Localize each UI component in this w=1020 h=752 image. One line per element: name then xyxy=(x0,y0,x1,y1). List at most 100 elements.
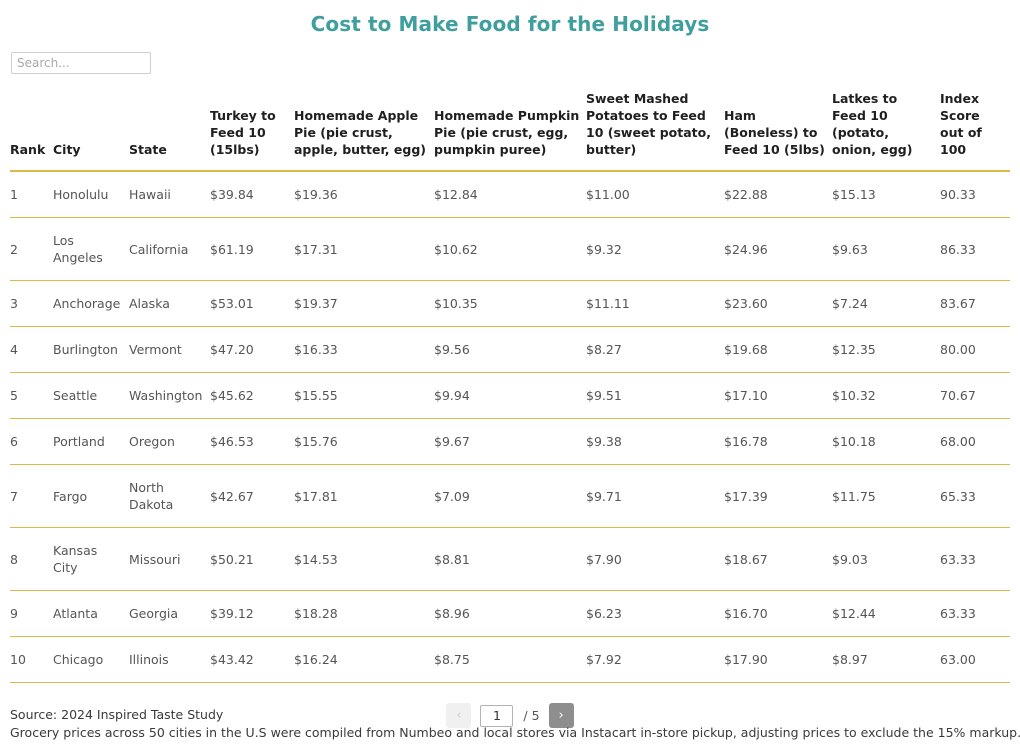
cell-state: Illinois xyxy=(129,636,210,683)
cell-rank: 4 xyxy=(10,326,53,373)
cell-ham: $23.60 xyxy=(724,280,832,327)
cell-latkes: $10.32 xyxy=(832,372,940,419)
cell-apple-pie: $17.31 xyxy=(294,217,434,281)
cell-apple-pie: $14.53 xyxy=(294,527,434,591)
cell-latkes: $7.24 xyxy=(832,280,940,327)
cell-latkes: $12.35 xyxy=(832,326,940,373)
cell-pumpkin-pie: $9.67 xyxy=(434,418,586,465)
cell-turkey: $39.84 xyxy=(210,171,294,218)
cell-rank: 9 xyxy=(10,590,53,637)
table-row: 8 Kansas City Missouri $50.21 $14.53 $8.81 $7.… xyxy=(10,527,1010,591)
cell-state: Georgia xyxy=(129,590,210,637)
cell-city: Fargo xyxy=(53,464,129,528)
cell-state: Alaska xyxy=(129,280,210,327)
column-header-latkes[interactable]: Latkes to Feed 10 (potato, onion, egg) xyxy=(832,90,940,172)
cell-sweet-potatoes: $9.32 xyxy=(586,217,724,281)
table-row: 3 Anchorage Alaska $53.01 $19.37 $10.35 $11.11… xyxy=(10,280,1010,327)
cell-pumpkin-pie: $12.84 xyxy=(434,171,586,218)
cell-city: Los Angeles xyxy=(53,217,129,281)
cell-rank: 2 xyxy=(10,217,53,281)
cell-state: Missouri xyxy=(129,527,210,591)
table-body: 1 Honolulu Hawaii $39.84 $19.36 $12.84 $11.00 $… xyxy=(10,171,1010,683)
cell-index-score: 80.00 xyxy=(940,326,1010,373)
table-row: 1 Honolulu Hawaii $39.84 $19.36 $12.84 $11.00 $… xyxy=(10,171,1010,218)
cell-sweet-potatoes: $11.11 xyxy=(586,280,724,327)
cell-latkes: $10.18 xyxy=(832,418,940,465)
search-input[interactable] xyxy=(11,52,151,74)
table-row: 9 Atlanta Georgia $39.12 $18.28 $8.96 $6.23 $16… xyxy=(10,590,1010,637)
cell-state: Oregon xyxy=(129,418,210,465)
cell-ham: $17.90 xyxy=(724,636,832,683)
cell-rank: 6 xyxy=(10,418,53,465)
table-row: 6 Portland Oregon $46.53 $15.76 $9.67 $9.38 $16… xyxy=(10,418,1010,465)
cell-latkes: $8.97 xyxy=(832,636,940,683)
cell-city: Chicago xyxy=(53,636,129,683)
cell-apple-pie: $19.37 xyxy=(294,280,434,327)
page-root: Cost to Make Food for the Holidays Rank … xyxy=(0,0,1020,752)
cell-apple-pie: $16.33 xyxy=(294,326,434,373)
column-header-index-score[interactable]: Index Score out of 100 xyxy=(940,90,1010,172)
cost-table: Rank City State Turkey to Feed 10 (15lbs… xyxy=(10,90,1010,683)
cell-ham: $18.67 xyxy=(724,527,832,591)
table-header-row: Rank City State Turkey to Feed 10 (15lbs… xyxy=(10,90,1010,172)
column-header-ham[interactable]: Ham (Boneless) to Feed 10 (5lbs) xyxy=(724,90,832,172)
cell-ham: $22.88 xyxy=(724,171,832,218)
cell-state: North Dakota xyxy=(129,464,210,528)
search-row xyxy=(0,36,1020,74)
table-container: Rank City State Turkey to Feed 10 (15lbs… xyxy=(0,90,1020,683)
cell-rank: 10 xyxy=(10,636,53,683)
cell-index-score: 63.33 xyxy=(940,527,1010,591)
cell-index-score: 90.33 xyxy=(940,171,1010,218)
cell-state: Hawaii xyxy=(129,171,210,218)
cell-turkey: $53.01 xyxy=(210,280,294,327)
cell-city: Kansas City xyxy=(53,527,129,591)
cell-sweet-potatoes: $9.51 xyxy=(586,372,724,419)
cell-ham: $19.68 xyxy=(724,326,832,373)
cell-city: Portland xyxy=(53,418,129,465)
column-header-city[interactable]: City xyxy=(53,90,129,172)
cell-turkey: $50.21 xyxy=(210,527,294,591)
cell-latkes: $12.44 xyxy=(832,590,940,637)
cell-turkey: $46.53 xyxy=(210,418,294,465)
cell-pumpkin-pie: $8.96 xyxy=(434,590,586,637)
cell-latkes: $11.75 xyxy=(832,464,940,528)
cell-sweet-potatoes: $8.27 xyxy=(586,326,724,373)
page-title: Cost to Make Food for the Holidays xyxy=(310,12,710,36)
footer: Source: 2024 Inspired Taste Study Grocer… xyxy=(10,706,1020,742)
cell-sweet-potatoes: $7.92 xyxy=(586,636,724,683)
cell-turkey: $43.42 xyxy=(210,636,294,683)
cell-sweet-potatoes: $6.23 xyxy=(586,590,724,637)
column-header-turkey[interactable]: Turkey to Feed 10 (15lbs) xyxy=(210,90,294,172)
table-row: 7 Fargo North Dakota $42.67 $17.81 $7.09 $9.71… xyxy=(10,464,1010,528)
cell-rank: 1 xyxy=(10,171,53,218)
cell-rank: 5 xyxy=(10,372,53,419)
cell-ham: $17.10 xyxy=(724,372,832,419)
cell-pumpkin-pie: $9.94 xyxy=(434,372,586,419)
column-header-sweet-potatoes[interactable]: Sweet Mashed Potatoes to Feed 10 (sweet … xyxy=(586,90,724,172)
cell-state: Vermont xyxy=(129,326,210,373)
cell-turkey: $61.19 xyxy=(210,217,294,281)
table-row: 4 Burlington Vermont $47.20 $16.33 $9.56 $8.27… xyxy=(10,326,1010,373)
cell-apple-pie: $19.36 xyxy=(294,171,434,218)
table-row: 10 Chicago Illinois $43.42 $16.24 $8.75 $7.92 $… xyxy=(10,636,1010,683)
cell-latkes: $15.13 xyxy=(832,171,940,218)
column-header-pumpkin-pie[interactable]: Homemade Pumpkin Pie (pie crust, egg, pu… xyxy=(434,90,586,172)
cell-ham: $16.70 xyxy=(724,590,832,637)
column-header-rank[interactable]: Rank xyxy=(10,90,53,172)
cell-city: Burlington xyxy=(53,326,129,373)
cell-rank: 3 xyxy=(10,280,53,327)
cell-apple-pie: $17.81 xyxy=(294,464,434,528)
footer-source-line: Source: 2024 Inspired Taste Study xyxy=(10,707,224,722)
cell-sweet-potatoes: $11.00 xyxy=(586,171,724,218)
cell-ham: $24.96 xyxy=(724,217,832,281)
cell-sweet-potatoes: $7.90 xyxy=(586,527,724,591)
cell-pumpkin-pie: $8.81 xyxy=(434,527,586,591)
cell-index-score: 63.33 xyxy=(940,590,1010,637)
cell-turkey: $47.20 xyxy=(210,326,294,373)
footer-note-line: Grocery prices across 50 cities in the U… xyxy=(10,725,1020,740)
cell-pumpkin-pie: $10.35 xyxy=(434,280,586,327)
cell-index-score: 83.67 xyxy=(940,280,1010,327)
cell-sweet-potatoes: $9.71 xyxy=(586,464,724,528)
column-header-apple-pie[interactable]: Homemade Apple Pie (pie crust, apple, bu… xyxy=(294,90,434,172)
column-header-state[interactable]: State xyxy=(129,90,210,172)
